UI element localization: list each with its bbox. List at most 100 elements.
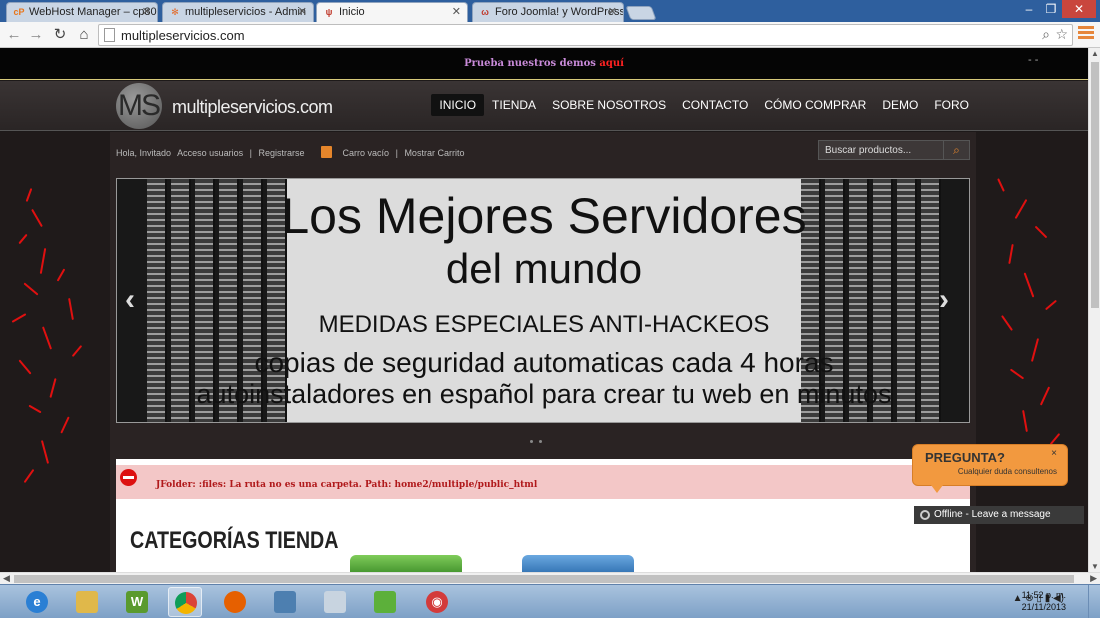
horizontal-scrollbar[interactable]: ◀ ▶ <box>0 572 1100 584</box>
logo-monogram: MS <box>118 89 161 122</box>
joomla-icon: ✻ <box>171 7 179 17</box>
tab-title: Inicio <box>339 6 365 18</box>
search-icon[interactable]: ⌕ <box>1042 26 1050 43</box>
nav-como-comprar[interactable]: CÓMO COMPRAR <box>756 94 874 116</box>
categories-heading: CATEGORÍAS TIENDA <box>130 527 339 554</box>
notepad-icon[interactable] <box>368 587 402 617</box>
chat-title: PREGUNTA? <box>925 450 1005 465</box>
back-icon[interactable]: ← <box>4 25 24 45</box>
tab-foro[interactable]: ω Foro Joomla! y WordPress ✕ <box>472 2 624 22</box>
topbar-dash: - - <box>1028 54 1039 66</box>
scroll-up-icon[interactable]: ▲ <box>1091 49 1099 58</box>
promo-text: Prueba nuestros demos aquí <box>0 58 1088 69</box>
star-icon[interactable]: ☆ <box>1055 26 1068 43</box>
chevron-right-icon[interactable]: › <box>939 283 949 317</box>
scroll-left-icon[interactable]: ◀ <box>3 573 10 584</box>
tab-admin[interactable]: ✻ multipleservicios - Admin ✕ <box>162 2 314 22</box>
camera-icon[interactable]: ◉ <box>420 587 454 617</box>
banner-feature-3: autoinstaladores en español para crear t… <box>196 379 892 409</box>
slider-dots[interactable] <box>530 430 548 448</box>
home-icon[interactable]: ⌂ <box>74 25 94 45</box>
vertical-scrollbar[interactable]: ▲ ▼ <box>1088 48 1100 572</box>
clock-time: 11:52 p. m. <box>1021 590 1066 600</box>
product-box-image[interactable] <box>522 555 634 572</box>
tab-title: Foro Joomla! y WordPress <box>495 6 624 18</box>
site-header: MS multipleservicios.com INICIO TIENDA S… <box>0 81 1088 131</box>
user-bar: Hola, Invitado Acceso usuarios | Registr… <box>116 146 468 158</box>
offline-icon <box>920 510 930 520</box>
scrollbar-thumb[interactable] <box>14 575 1074 583</box>
logo-name: multipleservicios.com <box>172 97 333 117</box>
minimize-button[interactable]: – <box>1018 0 1040 18</box>
error-message: JFolder: :files: La ruta no es una carpe… <box>116 459 970 501</box>
nav-inicio[interactable]: INICIO <box>431 94 485 116</box>
close-icon[interactable]: ✕ <box>142 5 151 18</box>
maximize-button[interactable]: ❐ <box>1040 0 1062 18</box>
tab-title: multipleservicios - Admin <box>185 6 307 18</box>
close-icon[interactable]: × <box>1051 448 1057 459</box>
ie-icon[interactable]: e <box>20 587 54 617</box>
main-nav: INICIO TIENDA SOBRE NOSOTROS CONTACTO CÓ… <box>431 94 977 116</box>
banner-subheadline: del mundo <box>445 245 643 292</box>
separator: | <box>395 148 398 158</box>
promo-link[interactable]: aquí <box>599 58 624 69</box>
chrome-icon[interactable] <box>168 587 202 617</box>
chat-tail <box>931 485 943 493</box>
tab-whm[interactable]: cP WebHost Manager – cp80 ✕ <box>6 2 158 22</box>
forward-icon[interactable]: → <box>26 25 46 45</box>
shopping-bag-icon <box>321 146 333 158</box>
wamp-icon[interactable]: W <box>120 587 154 617</box>
login-link[interactable]: Acceso usuarios <box>177 148 243 158</box>
banner-feature-1: MEDIDAS ESPECIALES ANTI-HACKEOS <box>318 311 770 338</box>
page-viewport: Prueba nuestros demos aquí - - MS multip… <box>0 48 1088 572</box>
hero-slider: Los Mejores Servidores del mundo MEDIDAS… <box>116 178 970 423</box>
explorer-icon[interactable] <box>70 587 104 617</box>
new-tab-button[interactable] <box>625 6 657 20</box>
address-bar[interactable]: multipleservicios.com ⌕ ☆ <box>98 24 1073 46</box>
scroll-right-icon[interactable]: ▶ <box>1090 573 1097 584</box>
scroll-down-icon[interactable]: ▼ <box>1091 562 1099 571</box>
close-icon[interactable]: ✕ <box>452 5 461 18</box>
error-text: JFolder: :files: La ruta no es una carpe… <box>156 480 538 490</box>
forum-icon: ω <box>481 7 489 17</box>
close-icon[interactable]: ✕ <box>608 5 617 18</box>
tab-inicio[interactable]: ψ Inicio ✕ <box>316 2 468 22</box>
nav-contacto[interactable]: CONTACTO <box>674 94 756 116</box>
show-cart-link[interactable]: Mostrar Carrito <box>404 148 464 158</box>
promo-bar: Prueba nuestros demos aquí - - <box>0 48 1088 80</box>
search-icon[interactable]: ⌕ <box>943 141 969 159</box>
network-icon[interactable] <box>268 587 302 617</box>
chrome-menu-icon[interactable] <box>1078 26 1094 42</box>
nav-sobre-nosotros[interactable]: SOBRE NOSOTROS <box>544 94 674 116</box>
chat-status-bar[interactable]: Offline - Leave a message <box>914 506 1084 524</box>
chevron-left-icon[interactable]: ‹ <box>125 283 135 317</box>
nav-demo[interactable]: DEMO <box>874 94 926 116</box>
error-icon <box>120 469 137 486</box>
close-icon[interactable]: ✕ <box>298 5 307 18</box>
product-search[interactable]: Buscar productos... ⌕ <box>818 140 970 160</box>
site-icon: ψ <box>325 7 333 17</box>
search-input[interactable]: Buscar productos... <box>825 145 911 156</box>
cpanel-icon: cP <box>13 7 25 17</box>
reload-icon[interactable]: ↻ <box>50 25 70 45</box>
product-box-image[interactable] <box>350 555 462 572</box>
scrollbar-thumb[interactable] <box>1091 62 1099 308</box>
show-desktop-button[interactable] <box>1088 585 1100 618</box>
page-icon <box>104 28 115 42</box>
promo-label: Prueba nuestros demos <box>464 58 600 69</box>
chat-status: Offline - Leave a message <box>934 509 1051 520</box>
chat-bubble[interactable]: PREGUNTA? × Cualquier duda consultenos <box>912 444 1068 493</box>
browser-toolbar: ← → ↻ ⌂ multipleservicios.com ⌕ ☆ <box>0 22 1100 48</box>
calculator-icon[interactable] <box>318 587 352 617</box>
greeting-text: Hola, Invitado <box>116 148 172 158</box>
main-content: CATEGORÍAS TIENDA <box>116 501 970 572</box>
close-window-button[interactable]: ✕ <box>1062 0 1096 18</box>
windows-taskbar: e W ◉ ▲ ⊗ ▯ ▮ ◀) 11:52 p. m. 21/11/2013 <box>0 584 1100 618</box>
clock-date: 21/11/2013 <box>1021 602 1066 612</box>
register-link[interactable]: Registrarse <box>258 148 304 158</box>
chat-subtitle: Cualquier duda consultenos <box>957 467 1057 476</box>
firefox-icon[interactable] <box>218 587 252 617</box>
nav-tienda[interactable]: TIENDA <box>484 94 544 116</box>
clock[interactable]: 11:52 p. m. 21/11/2013 <box>1022 589 1066 613</box>
nav-foro[interactable]: FORO <box>926 94 977 116</box>
